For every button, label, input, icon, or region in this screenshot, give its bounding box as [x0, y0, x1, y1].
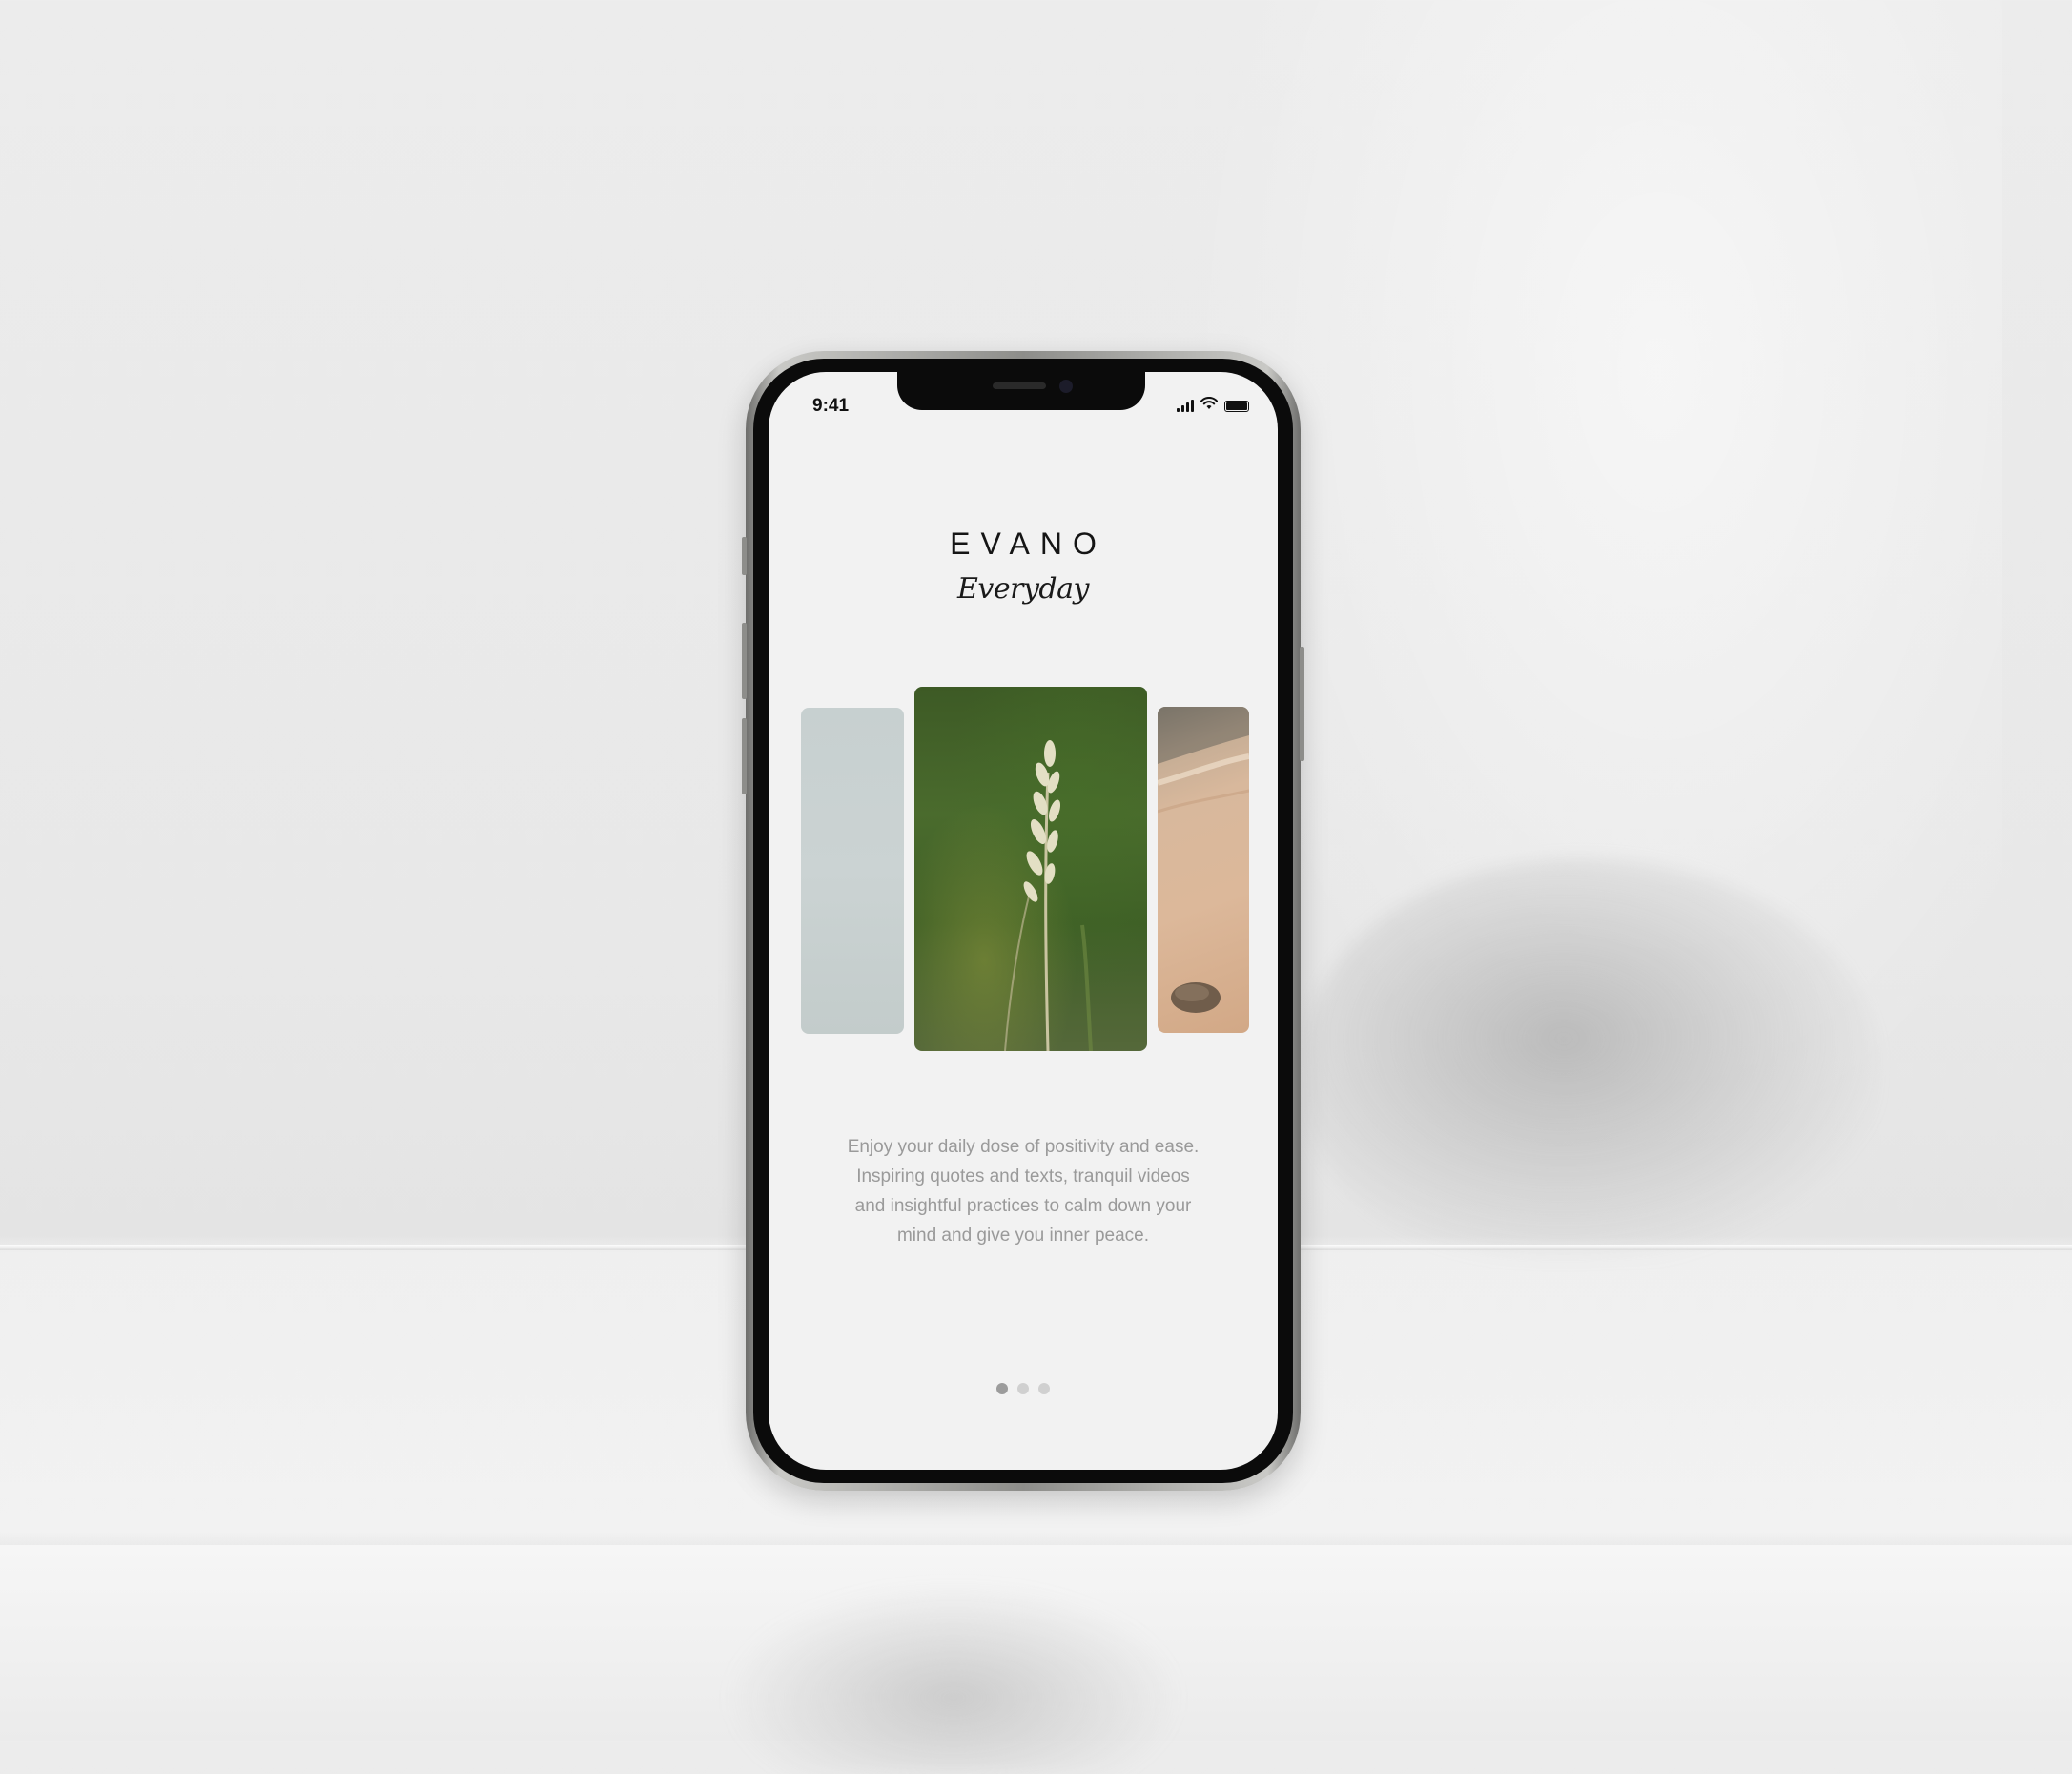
volume-up-button	[742, 623, 747, 699]
grass-stem-illustration	[1004, 740, 1093, 1051]
carousel-card-grass-stem[interactable]	[914, 687, 1147, 1051]
app-description: Enjoy your daily dose of positivity and …	[847, 1137, 1200, 1246]
notch	[897, 372, 1145, 410]
battery-icon	[1224, 400, 1249, 412]
status-icons	[1177, 397, 1249, 415]
mute-switch	[742, 537, 747, 575]
volume-down-button	[742, 718, 747, 794]
speaker-grille	[993, 382, 1046, 389]
page-dot-2[interactable]	[1017, 1383, 1029, 1394]
page-dot-1[interactable]	[996, 1383, 1008, 1394]
status-time: 9:41	[812, 396, 850, 416]
carousel-card-sand-beach[interactable]	[1158, 707, 1249, 1033]
floor-shadow	[725, 1583, 1182, 1774]
app-tagline: Everyday	[957, 572, 1089, 606]
cellular-signal-icon	[1177, 400, 1194, 412]
front-camera	[1059, 380, 1073, 393]
wifi-icon	[1200, 397, 1218, 415]
app-logo: EVANO	[950, 526, 1107, 561]
page-dot-3[interactable]	[1038, 1383, 1050, 1394]
phone-device: 9:41 EVANO Everyday Enjoy your daily dos…	[742, 351, 1304, 1491]
app-screen: 9:41 EVANO Everyday Enjoy your daily dos…	[769, 372, 1278, 1470]
power-button	[1300, 647, 1304, 761]
carousel-card-pale-sky[interactable]	[801, 708, 904, 1034]
sand-beach-illustration	[1158, 707, 1249, 1013]
page-indicator[interactable]	[769, 1383, 1278, 1394]
